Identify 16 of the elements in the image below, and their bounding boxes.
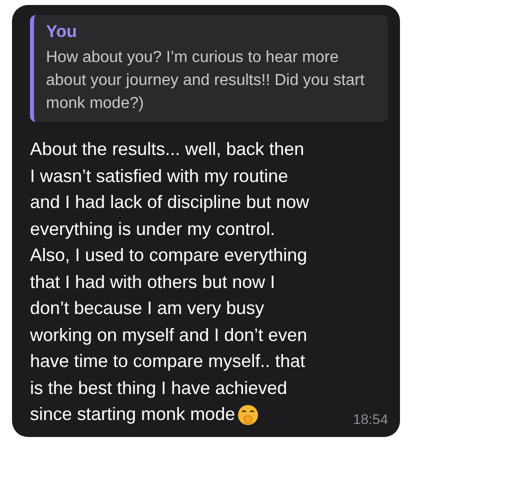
message-line: and I had lack of discipline but now — [30, 191, 310, 214]
message-line: that I had with others but now I — [30, 270, 276, 294]
message-line: is the best thing I have achieved — [30, 376, 288, 400]
message-line: don’t because I am very busy — [30, 297, 264, 320]
reply-quote[interactable]: You How about you? I’m curious to hear more about your journey and results!! Did you start monk mode?) — [30, 15, 388, 122]
message-line: I wasn’t satisfied with my routine — [30, 164, 288, 188]
quote-author: You — [46, 21, 78, 43]
message-line: since starting monk mode — [30, 403, 236, 426]
message-line: working on myself and I don’t even — [30, 324, 308, 347]
message-line: Also, I used to compare everything — [30, 244, 308, 267]
message-line: About the results... well, back then — [30, 138, 304, 161]
message-line: everything is under my control. — [30, 218, 276, 241]
message-line: have time to compare myself.. that — [30, 350, 306, 373]
hand-over-mouth-emoji-icon — [237, 404, 260, 426]
message-time: 18:54 — [352, 410, 388, 429]
quote-text: How about you? I’m curious to hear more about your journey and results!! Did you start monk mode?) — [46, 48, 366, 114]
